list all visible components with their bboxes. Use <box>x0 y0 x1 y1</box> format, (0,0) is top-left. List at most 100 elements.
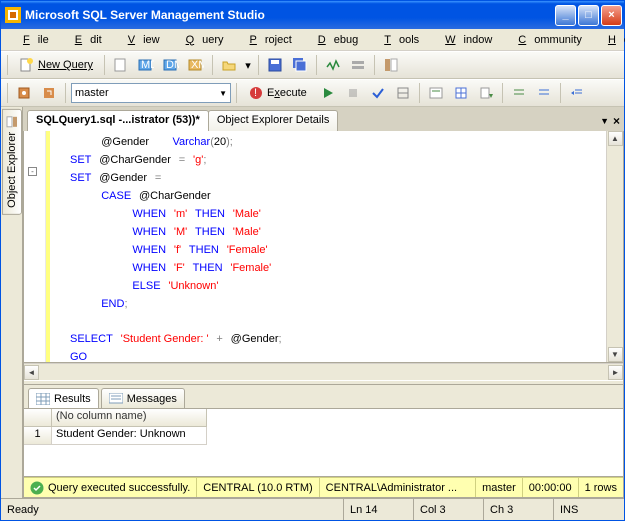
results-grid-icon <box>36 393 50 405</box>
parse-check-icon[interactable] <box>367 82 389 104</box>
object-explorer-icon[interactable] <box>380 54 402 76</box>
editor-area: - @Gender Varchar(20); SET @CharGender =… <box>23 131 624 498</box>
execute-icon: ! <box>249 86 263 100</box>
server-name: CENTRAL (10.0 RTM) <box>197 478 319 497</box>
results-to-file-icon[interactable] <box>475 82 497 104</box>
row-count: 1 rows <box>579 478 623 497</box>
new-mdx-query-icon[interactable]: MD <box>135 54 157 76</box>
menu-file[interactable]: File <box>7 32 57 48</box>
save-all-icon[interactable] <box>289 54 311 76</box>
side-rail: Object Explorer <box>1 107 23 498</box>
toolbar-standard: New Query MD DM XM ▾ <box>1 51 624 79</box>
minimize-button[interactable]: _ <box>555 5 576 26</box>
new-dmx-query-icon[interactable]: DM <box>160 54 182 76</box>
status-col: Col 3 <box>414 499 484 520</box>
close-button[interactable]: × <box>601 5 622 26</box>
active-files-dropdown-icon[interactable]: ▼ <box>600 116 609 126</box>
code-editor[interactable]: - @Gender Varchar(20); SET @CharGender =… <box>24 131 623 363</box>
messages-icon <box>109 393 123 405</box>
menu-view[interactable]: View <box>112 32 168 48</box>
display-plan-icon[interactable] <box>392 82 414 104</box>
close-document-icon[interactable]: × <box>613 114 620 128</box>
new-query-button[interactable]: New Query <box>13 55 99 75</box>
grid-corner <box>24 409 52 427</box>
fold-gutter[interactable]: - <box>24 131 46 362</box>
results-grid[interactable]: 1 (No column name) Student Gender: Unkno… <box>24 409 623 476</box>
object-explorer-tab[interactable]: Object Explorer <box>2 109 22 215</box>
query-status-bar: Query executed successfully. CENTRAL (10… <box>24 477 623 497</box>
grid-cell[interactable]: Student Gender: Unknown <box>52 427 207 445</box>
window-titlebar: Microsoft SQL Server Management Studio _… <box>1 1 624 29</box>
scroll-down-icon[interactable]: ▼ <box>608 347 623 362</box>
main-area: Object Explorer SQLQuery1.sql -...istrat… <box>1 107 624 498</box>
results-tabs: Results Messages <box>24 385 623 409</box>
success-icon <box>30 481 44 495</box>
debug-play-icon[interactable] <box>317 82 339 104</box>
status-ins: INS <box>554 499 624 520</box>
query-status-text: Query executed successfully. <box>48 482 190 494</box>
results-to-grid-icon[interactable] <box>450 82 472 104</box>
results-panel: Results Messages 1 (No column name) Stud… <box>24 385 623 477</box>
statusbar: Ready Ln 14 Col 3 Ch 3 INS <box>1 498 624 520</box>
comment-icon[interactable] <box>508 82 530 104</box>
tab-object-explorer-details[interactable]: Object Explorer Details <box>208 110 339 131</box>
horizontal-scrollbar[interactable]: ◄ ► <box>24 363 623 380</box>
results-tab[interactable]: Results <box>28 388 99 408</box>
chevron-down-icon: ▼ <box>219 89 227 98</box>
database-combo-value: master <box>75 87 109 99</box>
save-icon[interactable] <box>264 54 286 76</box>
status-ready: Ready <box>1 499 344 520</box>
code-text[interactable]: @Gender Varchar(20); SET @CharGender = '… <box>50 131 606 362</box>
new-database-engine-query-icon[interactable] <box>110 54 132 76</box>
menu-help[interactable]: Help <box>592 32 625 48</box>
execute-button[interactable]: ! Execute <box>242 84 314 102</box>
object-explorer-label: Object Explorer <box>6 132 18 208</box>
uncomment-icon[interactable] <box>533 82 555 104</box>
current-db: master <box>476 478 523 497</box>
svg-text:XM: XM <box>191 59 204 71</box>
messages-tab[interactable]: Messages <box>101 388 185 408</box>
scroll-right-icon[interactable]: ► <box>608 365 623 380</box>
results-to-text-icon[interactable] <box>425 82 447 104</box>
status-line: Ln 14 <box>344 499 414 520</box>
chevron-down-icon[interactable]: ▾ <box>243 54 253 76</box>
app-icon <box>5 7 21 23</box>
elapsed-time: 00:00:00 <box>523 478 579 497</box>
user-name: CENTRAL\Administrator ... <box>320 478 476 497</box>
status-ch: Ch 3 <box>484 499 554 520</box>
menu-debug[interactable]: Debug <box>302 32 366 48</box>
document-tabs: SQLQuery1.sql -...istrator (53))* Object… <box>23 107 624 131</box>
scroll-left-icon[interactable]: ◄ <box>24 365 39 380</box>
change-connection-icon[interactable] <box>38 82 60 104</box>
menu-edit[interactable]: Edit <box>59 32 110 48</box>
tab-tools: ▼ × <box>600 114 620 131</box>
open-file-icon[interactable] <box>218 54 240 76</box>
menu-community[interactable]: Community <box>502 32 590 48</box>
database-combo[interactable]: master ▼ <box>71 83 231 103</box>
stop-icon[interactable] <box>342 82 364 104</box>
svg-text:!: ! <box>254 87 257 99</box>
connect-icon[interactable] <box>13 82 35 104</box>
vertical-scrollbar[interactable]: ▲ ▼ <box>606 131 623 362</box>
object-explorer-icon <box>6 116 18 128</box>
column-header[interactable]: (No column name) <box>52 409 207 427</box>
tab-sqlquery1[interactable]: SQLQuery1.sql -...istrator (53))* <box>27 110 209 131</box>
row-number[interactable]: 1 <box>24 427 52 445</box>
registered-servers-icon[interactable] <box>347 54 369 76</box>
svg-text:DM: DM <box>166 59 179 71</box>
fold-toggle-icon[interactable]: - <box>28 167 37 176</box>
maximize-button[interactable]: □ <box>578 5 599 26</box>
decrease-indent-icon[interactable] <box>566 82 588 104</box>
menu-project[interactable]: Project <box>234 32 300 48</box>
scroll-up-icon[interactable]: ▲ <box>608 131 623 146</box>
menu-window[interactable]: Window <box>429 32 500 48</box>
window-title: Microsoft SQL Server Management Studio <box>25 8 553 22</box>
menu-tools[interactable]: Tools <box>368 32 427 48</box>
new-xmla-query-icon[interactable]: XM <box>185 54 207 76</box>
menu-query[interactable]: Query <box>170 32 232 48</box>
activity-monitor-icon[interactable] <box>322 54 344 76</box>
execute-label: Execute <box>267 87 307 99</box>
toolbar-sql-editor: master ▼ ! Execute <box>1 79 624 107</box>
new-query-icon <box>19 57 35 73</box>
new-query-label: New Query <box>38 59 93 71</box>
